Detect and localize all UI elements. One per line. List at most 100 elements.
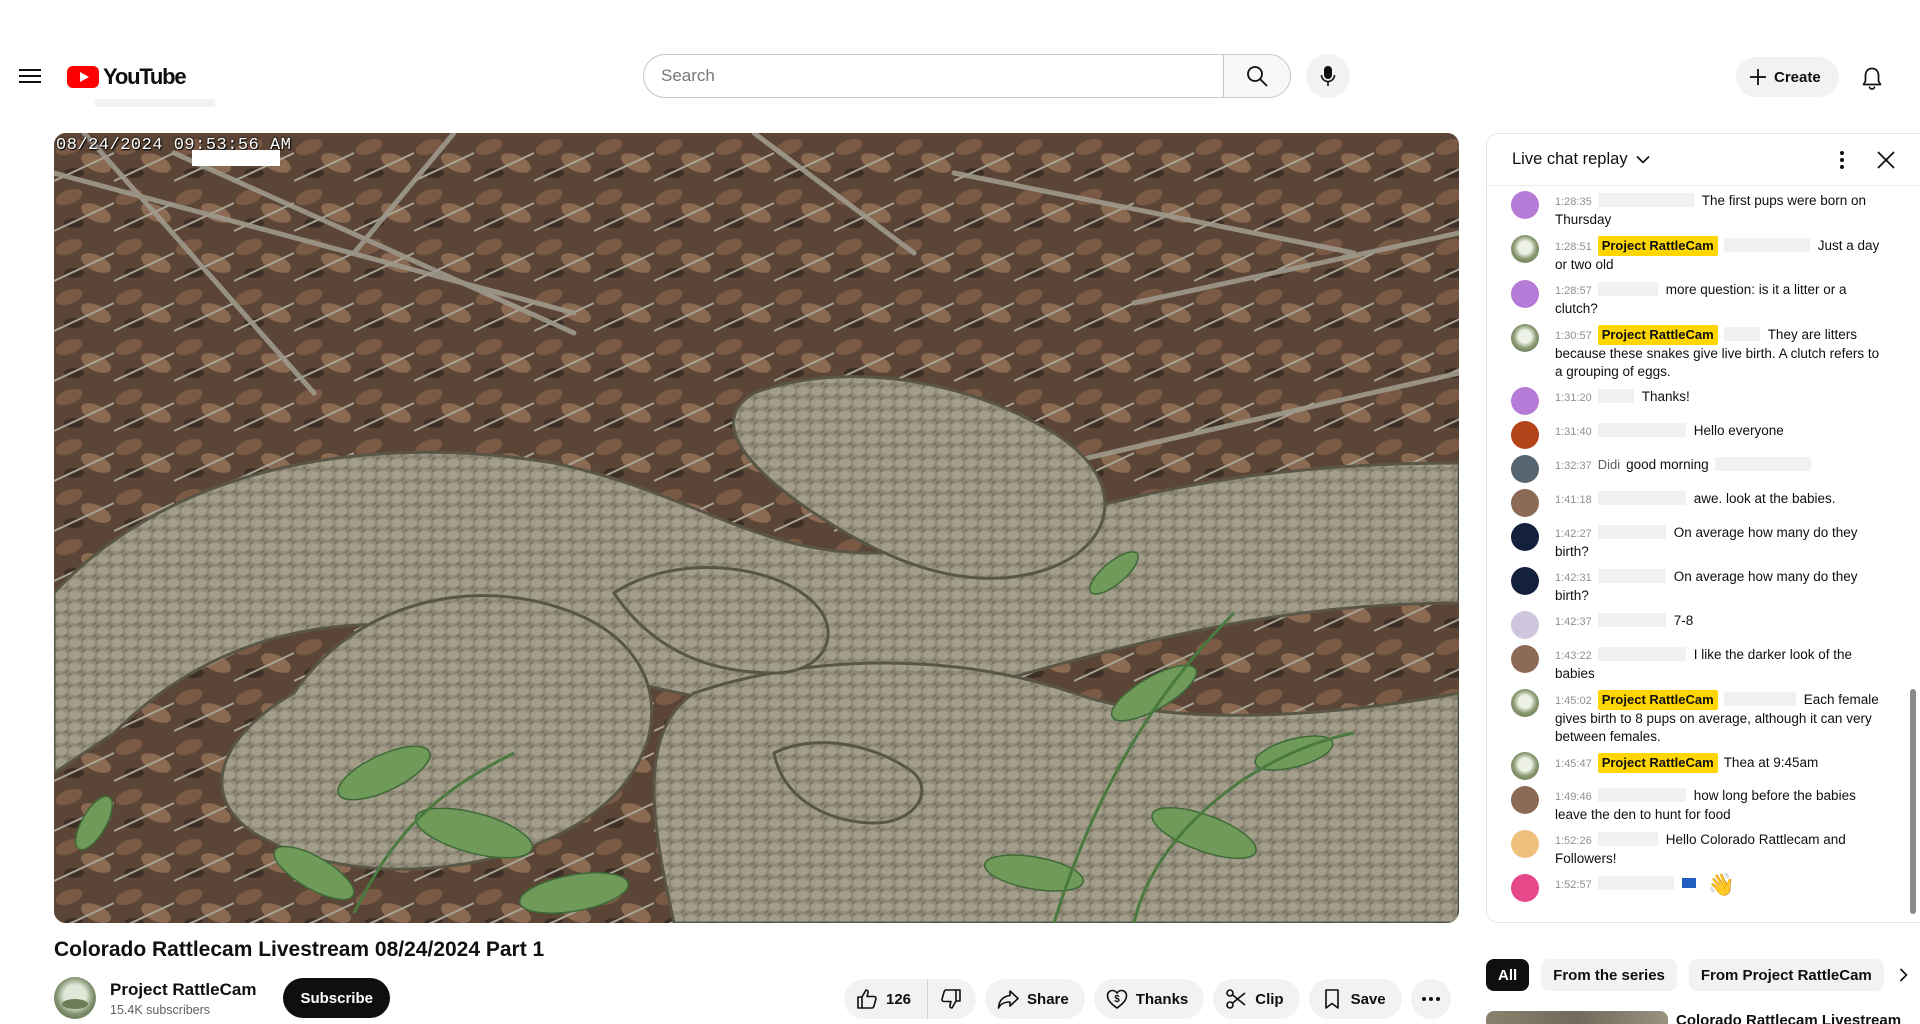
chat-author-avatar[interactable] <box>1511 567 1539 595</box>
search-button[interactable] <box>1223 54 1291 98</box>
chat-message[interactable]: 1:45:02 Project RattleCam Each female give… <box>1487 687 1907 750</box>
flag-icon <box>1681 878 1696 888</box>
chat-message[interactable]: 1:30:57 Project RattleCam They are litters… <box>1487 322 1907 385</box>
like-count: 126 <box>886 990 912 1008</box>
clip-button[interactable]: Clip <box>1213 979 1300 1019</box>
chat-author-avatar[interactable] <box>1511 455 1539 483</box>
chat-author-avatar[interactable] <box>1511 421 1539 449</box>
chat-author-avatar[interactable] <box>1511 324 1539 352</box>
recommendation-item[interactable]: Colorado Rattlecam Livestream <box>1486 1011 1920 1024</box>
close-icon <box>1877 150 1895 169</box>
chat-mode-label: Live chat replay <box>1512 150 1628 168</box>
chat-message[interactable]: 1:42:27 On average how many do they birth… <box>1487 521 1907 565</box>
recommendation-thumbnail[interactable] <box>1486 1011 1668 1024</box>
chat-author-avatar[interactable] <box>1511 191 1539 219</box>
chat-close-button[interactable] <box>1868 142 1904 178</box>
chat-author-avatar[interactable] <box>1511 830 1539 858</box>
logo-text: YouTube <box>103 64 187 89</box>
chat-message-body: 1:52:57 👋 <box>1555 874 1887 902</box>
chat-message[interactable]: 1:41:18 awe. look at the babies. <box>1487 487 1907 521</box>
chat-author-avatar[interactable] <box>1511 689 1539 717</box>
voice-search-button[interactable] <box>1306 54 1350 98</box>
chat-message-body: 1:45:47 Project RattleCam Thea at 9:45am <box>1555 752 1887 780</box>
svg-text:$: $ <box>1114 994 1120 1005</box>
recommendation-title[interactable]: Colorado Rattlecam Livestream <box>1676 1012 1901 1024</box>
like-button[interactable]: 126 <box>844 979 929 1019</box>
chat-author-redaction <box>1597 389 1634 403</box>
youtube-logo[interactable]: YouTube <box>67 64 187 90</box>
waving-hand-icon: 👋 <box>1707 872 1736 897</box>
related-filter-chips: All From the series From Project RattleCam <box>1486 959 1920 991</box>
chat-author-avatar[interactable] <box>1511 752 1539 780</box>
thanks-button[interactable]: $ Thanks <box>1093 979 1205 1019</box>
chat-timestamp: 1:49:46 <box>1555 791 1592 803</box>
chat-author-avatar[interactable] <box>1511 874 1539 902</box>
chat-timestamp: 1:32:37 <box>1555 460 1592 472</box>
chat-message[interactable]: 1:31:20 Thanks! <box>1487 385 1907 419</box>
subscribe-button[interactable]: Subscribe <box>283 978 390 1018</box>
plus-icon <box>1750 69 1766 85</box>
filter-chip[interactable]: From Project RattleCam <box>1688 959 1884 991</box>
chat-message[interactable]: 1:52:57 👋 <box>1487 872 1907 906</box>
search-input[interactable] <box>643 54 1223 98</box>
chat-owner-author-badge[interactable]: Project RattleCam <box>1597 753 1718 773</box>
share-button[interactable]: Share <box>985 979 1085 1019</box>
chat-timestamp: 1:42:37 <box>1555 616 1592 628</box>
chat-message[interactable]: 1:28:35 The first pups were born on Thurs… <box>1487 189 1907 233</box>
chat-author-redaction <box>1723 692 1796 706</box>
save-button[interactable]: Save <box>1308 979 1402 1019</box>
guide-menu-button[interactable] <box>12 58 48 94</box>
chat-author-avatar[interactable] <box>1511 786 1539 814</box>
chat-message-body: 1:28:57 more question: is it a litter or … <box>1555 280 1887 318</box>
video-player[interactable]: 08/24/2024 09:53:56 AM <box>54 133 1459 923</box>
chat-message[interactable]: 1:28:51 Project RattleCam Just a day or tw… <box>1487 233 1907 278</box>
filter-chip[interactable]: From the series <box>1541 959 1677 991</box>
chat-message[interactable]: 1:43:22 I like the darker look of the bab… <box>1487 643 1907 687</box>
channel-name[interactable]: Project RattleCam <box>110 980 256 1000</box>
chat-message[interactable]: 1:45:47 Project RattleCam Thea at 9:45am <box>1487 750 1907 784</box>
chat-message-body: 1:31:40 Hello everyone <box>1555 421 1887 449</box>
chat-author-redaction <box>1597 491 1686 505</box>
chat-author-avatar[interactable] <box>1511 387 1539 415</box>
chat-message-body: 1:32:37 Didi good morning <box>1555 455 1887 483</box>
filter-chip[interactable]: All <box>1486 959 1530 991</box>
thumbs-down-icon <box>941 989 961 1009</box>
chat-message-text: Thanks! <box>1641 389 1690 404</box>
chat-author-avatar[interactable] <box>1511 280 1539 308</box>
chat-owner-author-badge[interactable]: Project RattleCam <box>1597 236 1718 256</box>
chat-header: Live chat replay <box>1487 134 1920 186</box>
chat-message[interactable]: 1:42:31 On average how many do they birth… <box>1487 565 1907 609</box>
chat-owner-author-badge[interactable]: Project RattleCam <box>1597 325 1718 345</box>
chat-message[interactable]: 1:52:26 Hello Colorado Rattlecam and Foll… <box>1487 828 1907 872</box>
create-button[interactable]: Create <box>1736 57 1839 97</box>
chat-owner-author-badge[interactable]: Project RattleCam <box>1597 690 1718 710</box>
notifications-button[interactable] <box>1852 58 1892 98</box>
dislike-button[interactable] <box>928 979 976 1019</box>
chat-message[interactable]: 1:28:57 more question: is it a litter or … <box>1487 278 1907 322</box>
chat-message-list[interactable]: 1:28:35 The first pups were born on Thurs… <box>1487 187 1907 922</box>
chat-author-avatar[interactable] <box>1511 489 1539 517</box>
chat-message[interactable]: 1:42:37 7-8 <box>1487 609 1907 643</box>
chat-timestamp: 1:28:57 <box>1555 285 1592 297</box>
chat-message[interactable]: 1:31:40 Hello everyone <box>1487 419 1907 453</box>
more-actions-button[interactable] <box>1410 979 1451 1019</box>
chat-message-body: 1:43:22 I like the darker look of the bab… <box>1555 645 1887 683</box>
chat-mode-dropdown[interactable]: Live chat replay <box>1512 150 1650 169</box>
chat-message-body: 1:49:46 how long before the babies leave … <box>1555 786 1887 824</box>
search-icon <box>1247 66 1268 87</box>
channel-owner-row: Project RattleCam 15.4K subscribers Subs… <box>54 976 390 1020</box>
chat-scrollbar[interactable] <box>1910 689 1916 914</box>
chips-next-button[interactable] <box>1886 959 1920 991</box>
chat-author-avatar[interactable] <box>1511 523 1539 551</box>
chat-message-body: 1:45:02 Project RattleCam Each female give… <box>1555 689 1887 746</box>
clip-label: Clip <box>1255 990 1284 1008</box>
chat-message[interactable]: 1:32:37 Didi good morning <box>1487 453 1907 487</box>
chat-more-options-button[interactable] <box>1824 142 1860 178</box>
chat-author-avatar[interactable] <box>1511 645 1539 673</box>
chat-author-avatar[interactable] <box>1511 611 1539 639</box>
channel-avatar[interactable] <box>54 977 96 1019</box>
thumbs-up-icon <box>857 989 877 1009</box>
chat-author-name[interactable]: Didi <box>1598 457 1620 472</box>
chat-message[interactable]: 1:49:46 how long before the babies leave … <box>1487 784 1907 828</box>
chat-author-avatar[interactable] <box>1511 235 1539 263</box>
